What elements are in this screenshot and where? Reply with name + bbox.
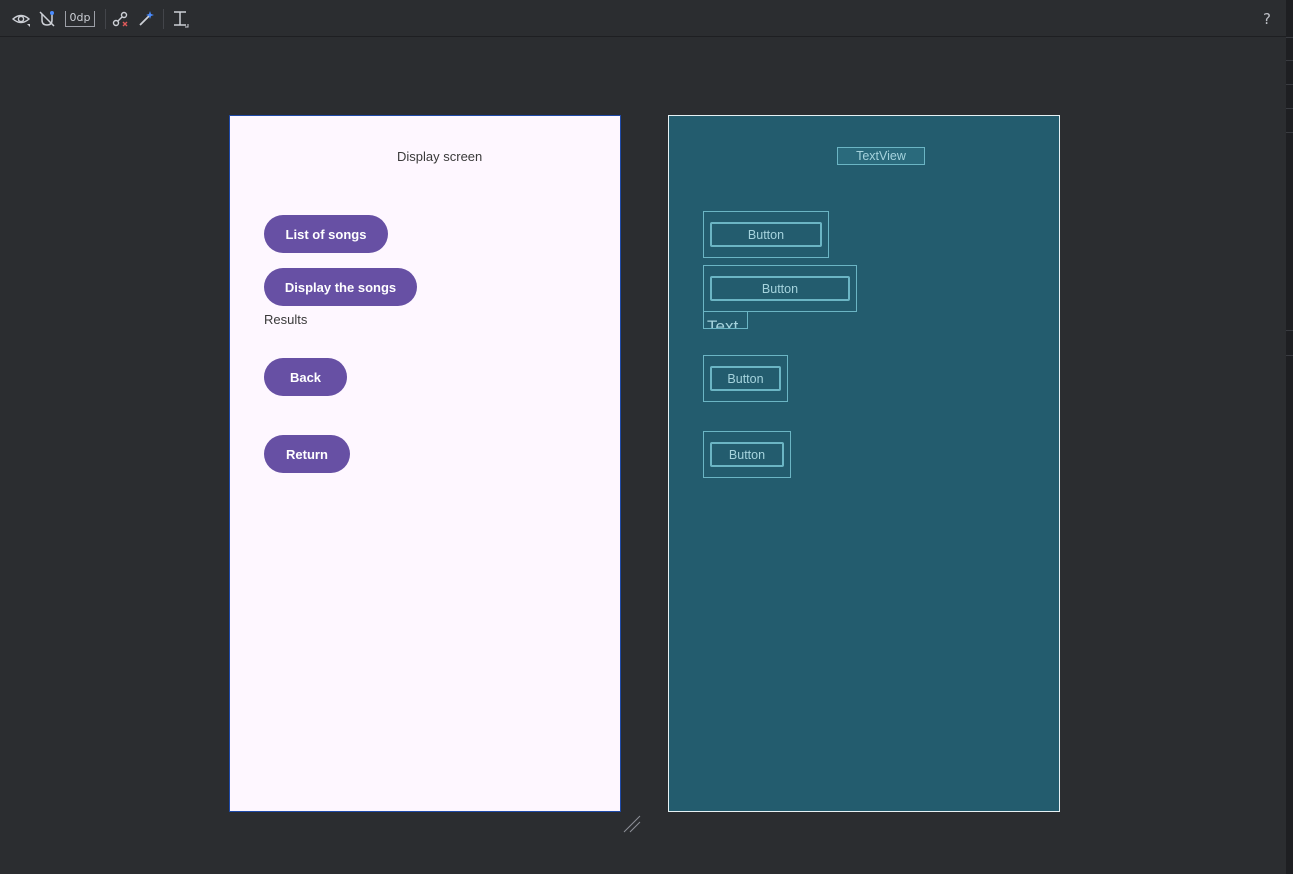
blueprint-text[interactable]: Text bbox=[703, 311, 748, 329]
resize-handle-icon[interactable] bbox=[622, 814, 642, 834]
blueprint-button-label: Button bbox=[710, 222, 822, 247]
clear-constraints-icon[interactable] bbox=[111, 9, 129, 29]
results-text: Results bbox=[264, 312, 308, 327]
text-baseline-icon[interactable] bbox=[171, 9, 189, 29]
display-songs-button[interactable]: Display the songs bbox=[264, 268, 417, 306]
blueprint-button-label: Button bbox=[710, 276, 850, 301]
blueprint-textview[interactable]: TextView bbox=[837, 147, 925, 165]
blueprint-surface[interactable]: TextView Button Button Text Button Butto… bbox=[668, 115, 1060, 812]
default-margin-dropdown[interactable]: 0dp bbox=[62, 9, 98, 29]
return-button[interactable]: Return bbox=[264, 435, 350, 473]
right-panel-edge bbox=[1286, 0, 1293, 874]
design-surface[interactable]: Display screen List of songs Display the… bbox=[229, 115, 621, 812]
toolbar-divider bbox=[163, 9, 164, 29]
blueprint-button[interactable]: Button bbox=[703, 431, 791, 478]
layout-editor-toolbar: 0dp ? bbox=[0, 0, 1286, 37]
back-button[interactable]: Back bbox=[264, 358, 347, 396]
blueprint-button-label: Button bbox=[710, 366, 781, 391]
blueprint-button[interactable]: Button bbox=[703, 265, 857, 312]
blueprint-button[interactable]: Button bbox=[703, 211, 829, 258]
list-of-songs-button[interactable]: List of songs bbox=[264, 215, 388, 253]
eye-icon[interactable] bbox=[11, 9, 31, 29]
page-title: Display screen bbox=[397, 149, 483, 164]
blueprint-button-label: Button bbox=[710, 442, 784, 467]
toolbar-divider bbox=[105, 9, 106, 29]
magic-wand-icon[interactable] bbox=[137, 9, 155, 29]
help-button[interactable]: ? bbox=[1259, 9, 1275, 29]
magnet-off-icon[interactable] bbox=[38, 9, 56, 29]
blueprint-button[interactable]: Button bbox=[703, 355, 788, 402]
default-margin-value: 0dp bbox=[64, 11, 96, 27]
